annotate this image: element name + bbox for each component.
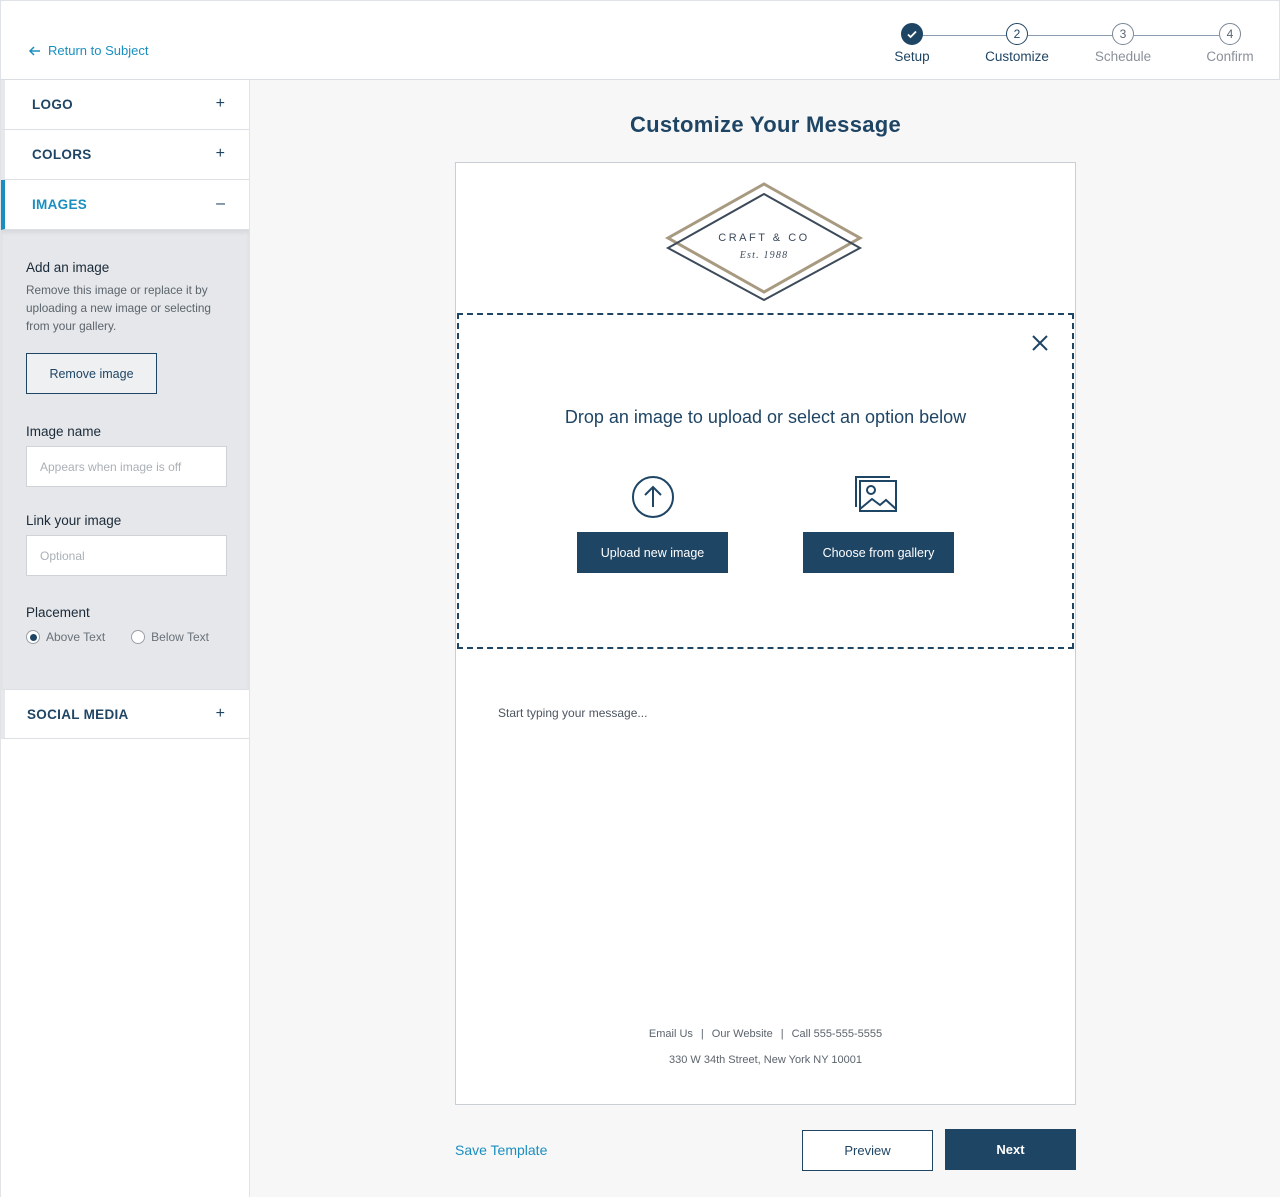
link-image-input[interactable]: Optional [26, 535, 227, 576]
image-name-label: Image name [26, 424, 102, 439]
radio-above-text[interactable]: Above Text [26, 630, 105, 644]
upload-new-image-button[interactable]: Upload new image [577, 532, 728, 573]
call-link[interactable]: Call 555-555-5555 [792, 1028, 883, 1040]
accordion-colors[interactable]: COLORS + [1, 130, 249, 180]
link-image-label: Link your image [26, 513, 122, 528]
step-number: 3 [1112, 23, 1134, 45]
save-template-link[interactable]: Save Template [455, 1142, 547, 1158]
return-to-subject-link[interactable]: Return to Subject [28, 43, 148, 58]
step-setup[interactable]: Setup [872, 23, 952, 64]
upload-arrow-icon [632, 476, 674, 518]
logo-line-2: Est. 1988 [739, 250, 789, 261]
radio-label: Below Text [151, 630, 209, 644]
email-us-link[interactable]: Email Us [649, 1028, 693, 1040]
radio-selected-icon [26, 630, 40, 644]
customize-sidebar: LOGO + COLORS + IMAGES – Add an image Re… [0, 80, 250, 1197]
accordion-title: IMAGES [32, 197, 88, 212]
step-customize[interactable]: 2 Customize [977, 23, 1057, 64]
remove-image-button[interactable]: Remove image [26, 353, 157, 394]
step-confirm[interactable]: 4 Confirm [1190, 23, 1270, 64]
placement-radio-group: Above Text Below Text [26, 630, 225, 644]
return-to-subject-label: Return to Subject [48, 43, 149, 58]
plus-icon: + [215, 705, 225, 722]
step-label: Customize [985, 49, 1049, 64]
email-canvas: CRAFT & CO Est. 1988 Drop an image to up… [455, 162, 1076, 1105]
next-button[interactable]: Next [945, 1129, 1076, 1170]
check-icon [901, 23, 923, 45]
step-number: 2 [1006, 23, 1028, 45]
progress-stepper: Setup 2 Customize 3 Schedule 4 Confirm [881, 23, 1261, 73]
add-image-description: Remove this image or replace it by uploa… [26, 283, 211, 333]
accordion-title: COLORS [32, 147, 92, 162]
plus-icon: + [215, 145, 225, 162]
footer-address: 330 W 34th Street, New York NY 10001 [668, 1054, 863, 1066]
radio-unselected-icon [131, 630, 146, 644]
image-dropzone[interactable]: Drop an image to upload or select an opt… [457, 313, 1074, 649]
brand-logo[interactable]: CRAFT & CO Est. 1988 [664, 182, 864, 302]
diamond-logo-icon: CRAFT & CO Est. 1988 [664, 182, 864, 302]
preview-button[interactable]: Preview [802, 1130, 933, 1171]
minus-icon: – [216, 195, 225, 212]
gallery-icon [855, 476, 897, 512]
close-icon[interactable] [1030, 333, 1050, 353]
our-website-link[interactable]: Our Website [712, 1028, 773, 1040]
image-name-input[interactable]: Appears when image is off [26, 446, 227, 487]
plus-icon: + [215, 95, 225, 112]
arrow-left-icon [28, 45, 40, 56]
logo-line-1: CRAFT & CO [718, 232, 809, 244]
page-title: Customize Your Message [629, 112, 902, 137]
accordion-images[interactable]: IMAGES – [1, 180, 249, 230]
images-panel: Add an image Remove this image or replac… [1, 230, 249, 689]
placement-label: Placement [26, 605, 90, 620]
choose-from-gallery-button[interactable]: Choose from gallery [803, 532, 954, 573]
top-bar: Return to Subject Setup 2 Customize 3 Sc… [0, 0, 1280, 80]
email-footer-links: Email Us | Our Website | Call 555-555-5555 [648, 1028, 883, 1040]
step-label: Schedule [1094, 49, 1152, 64]
accordion-social-media[interactable]: SOCIAL MEDIA + [1, 689, 249, 739]
dropzone-instructions: Drop an image to upload or select an opt… [564, 407, 967, 427]
radio-label: Above Text [46, 630, 106, 644]
radio-below-text[interactable]: Below Text [131, 630, 209, 644]
step-label: Confirm [1206, 49, 1254, 64]
step-label: Setup [894, 49, 930, 64]
step-schedule[interactable]: 3 Schedule [1083, 23, 1163, 64]
add-image-heading: Add an image [26, 260, 110, 275]
message-editor[interactable]: Start typing your message... [498, 706, 647, 720]
accordion-logo[interactable]: LOGO + [1, 80, 249, 130]
accordion-title: SOCIAL MEDIA [27, 706, 129, 722]
accordion-title: LOGO [32, 97, 73, 112]
step-number: 4 [1219, 23, 1241, 45]
